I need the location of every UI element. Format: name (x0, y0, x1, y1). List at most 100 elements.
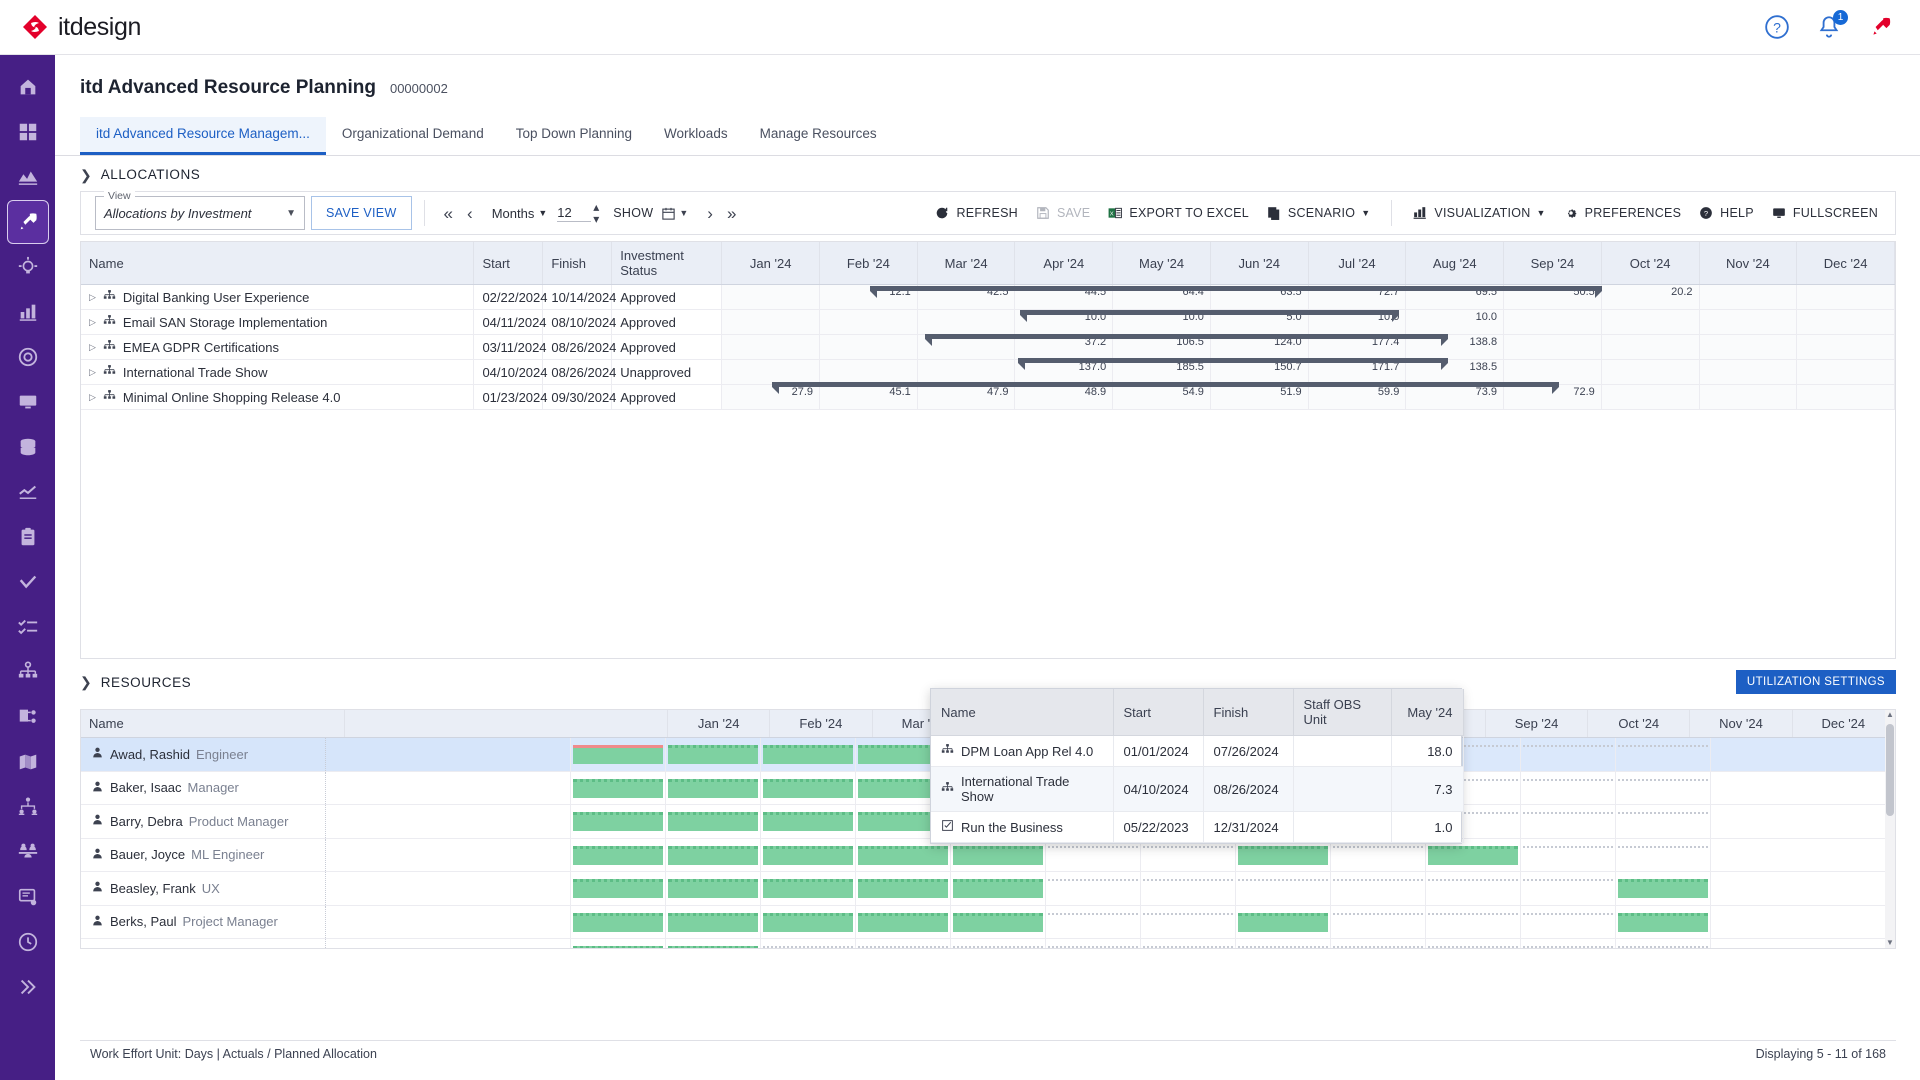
allocations-month-11[interactable]: Dec '24 (1797, 242, 1895, 285)
tab-1[interactable]: Organizational Demand (326, 117, 500, 155)
toolbar-action-help[interactable]: ?HELP (1690, 206, 1763, 221)
resource-name-cell[interactable]: Bauer, JoyceML Engineer (81, 839, 326, 872)
resources-month-10[interactable]: Nov '24 (1690, 710, 1792, 738)
sidebar-item-dashboard[interactable] (7, 110, 49, 154)
allocation-period-cell[interactable]: 10.0 (1406, 310, 1504, 335)
utilization-bar[interactable] (573, 913, 663, 932)
allocations-col-2[interactable]: Finish (543, 242, 612, 285)
utilization-settings-button[interactable]: UTILIZATION SETTINGS (1736, 670, 1896, 694)
allocations-row[interactable]: ▷Minimal Online Shopping Release 4.001/2… (81, 385, 1895, 410)
utilization-bar[interactable] (763, 913, 853, 932)
resource-name-cell[interactable]: Bernard, LueProject Manager (81, 939, 326, 949)
allocation-name-cell[interactable]: ▷Email SAN Storage Implementation (81, 310, 474, 335)
sidebar-item-data[interactable] (7, 425, 49, 469)
toolbar-action-preferences[interactable]: PREFERENCES (1555, 206, 1691, 221)
allocation-period-cell[interactable] (1699, 310, 1797, 335)
gantt-bar[interactable] (870, 286, 1602, 291)
allocations-month-7[interactable]: Aug '24 (1406, 242, 1504, 285)
sidebar-item-expand[interactable] (7, 965, 49, 1009)
resource-name-cell[interactable]: Baker, IsaacManager (81, 772, 326, 805)
expand-triangle-icon[interactable]: ▷ (89, 317, 96, 328)
tab-3[interactable]: Workloads (648, 117, 744, 155)
resource-row[interactable]: Berks, PaulProject Manager (81, 906, 1895, 940)
utilization-bar[interactable] (668, 846, 758, 865)
allocations-col-1[interactable]: Start (474, 242, 543, 285)
allocations-month-4[interactable]: May '24 (1113, 242, 1211, 285)
prev-page-icon[interactable]: ‹ (460, 205, 480, 222)
sidebar-item-area-chart[interactable] (7, 155, 49, 199)
toolbar-action-export-to-excel[interactable]: XEXPORT TO EXCEL (1099, 206, 1258, 221)
allocation-period-cell[interactable]: 185.5 (1113, 360, 1211, 385)
sidebar-item-ideas[interactable] (7, 245, 49, 289)
allocation-period-cell[interactable] (1699, 285, 1797, 310)
utilization-bar[interactable] (573, 946, 663, 949)
allocations-month-0[interactable]: Jan '24 (722, 242, 820, 285)
allocations-month-9[interactable]: Oct '24 (1601, 242, 1699, 285)
toolbar-action-visualization[interactable]: VISUALIZATION▼ (1404, 206, 1554, 221)
utilization-bar-overallocated[interactable] (573, 745, 663, 764)
allocation-period-cell[interactable] (1504, 360, 1602, 385)
allocation-period-cell[interactable] (722, 335, 820, 360)
next-page-icon[interactable]: › (700, 205, 720, 222)
utilization-bar[interactable] (763, 812, 853, 831)
allocation-period-cell[interactable] (1504, 335, 1602, 360)
timescale-unit-select[interactable]: Months ▼ (492, 206, 548, 221)
allocation-period-cell[interactable]: 73.9 (1406, 385, 1504, 410)
scroll-down-icon[interactable]: ▼ (1885, 938, 1895, 948)
popup-row[interactable]: DPM Loan App Rel 4.001/01/202407/26/2024… (931, 736, 1463, 767)
utilization-bar[interactable] (953, 879, 1043, 898)
resources-month-1[interactable]: Feb '24 (770, 710, 872, 738)
resource-timeline[interactable] (571, 939, 1895, 949)
sidebar-item-clipboard[interactable] (7, 515, 49, 559)
utilization-bar[interactable] (573, 879, 663, 898)
sidebar-item-timesheets[interactable] (7, 920, 49, 964)
expand-caret-icon[interactable]: ❯ (80, 168, 92, 182)
allocation-period-cell[interactable]: 45.1 (820, 385, 918, 410)
toolbar-action-refresh[interactable]: REFRESH (926, 206, 1026, 221)
sidebar-item-resource-planning[interactable] (7, 200, 49, 244)
allocation-period-cell[interactable] (1601, 360, 1699, 385)
popup-row[interactable]: International Trade Show04/10/202408/26/… (931, 767, 1463, 812)
allocation-period-cell[interactable] (820, 360, 918, 385)
gantt-bar[interactable] (925, 334, 1448, 339)
gantt-bar[interactable] (772, 382, 1559, 387)
allocations-month-5[interactable]: Jun '24 (1210, 242, 1308, 285)
resource-row[interactable]: Beasley, FrankUX (81, 872, 1895, 906)
allocation-period-cell[interactable] (917, 360, 1015, 385)
allocation-period-cell[interactable] (1601, 310, 1699, 335)
allocation-period-cell[interactable]: 138.5 (1406, 360, 1504, 385)
help-circle-icon[interactable]: ? (1764, 14, 1790, 40)
utilization-bar[interactable] (668, 745, 758, 764)
calendar-icon[interactable]: ▼ (661, 206, 688, 221)
utilization-bar[interactable] (763, 779, 853, 798)
utilization-bar[interactable] (763, 745, 853, 764)
allocation-period-cell[interactable]: 137.0 (1015, 360, 1113, 385)
resource-name-cell[interactable]: Berks, PaulProject Manager (81, 906, 326, 939)
allocation-period-cell[interactable] (1797, 360, 1895, 385)
tab-0[interactable]: itd Advanced Resource Managem... (80, 117, 326, 155)
sidebar-item-trends[interactable] (7, 470, 49, 514)
utilization-bar[interactable] (1428, 846, 1518, 865)
allocation-period-cell[interactable] (1699, 360, 1797, 385)
allocation-name-cell[interactable]: ▷EMEA GDPR Certifications (81, 335, 474, 360)
utilization-bar[interactable] (953, 913, 1043, 932)
allocations-month-8[interactable]: Sep '24 (1504, 242, 1602, 285)
allocations-month-1[interactable]: Feb '24 (820, 242, 918, 285)
allocations-month-2[interactable]: Mar '24 (917, 242, 1015, 285)
utilization-bar[interactable] (858, 913, 948, 932)
allocations-col-0[interactable]: Name (81, 242, 474, 285)
utilization-bar[interactable] (1238, 846, 1328, 865)
last-page-icon[interactable]: » (720, 205, 743, 222)
resource-timeline[interactable] (571, 906, 1895, 939)
utilization-bar[interactable] (858, 846, 948, 865)
sidebar-item-goals[interactable] (7, 335, 49, 379)
allocation-period-cell[interactable] (722, 360, 820, 385)
scroll-up-icon[interactable]: ▲ (1885, 710, 1895, 720)
utilization-bar[interactable] (668, 879, 758, 898)
resource-timeline[interactable] (571, 872, 1895, 905)
allocations-month-3[interactable]: Apr '24 (1015, 242, 1113, 285)
tab-2[interactable]: Top Down Planning (500, 117, 648, 155)
allocation-period-cell[interactable] (820, 310, 918, 335)
bell-icon[interactable]: 1 (1816, 14, 1842, 40)
resources-month-11[interactable]: Dec '24 (1792, 710, 1894, 738)
